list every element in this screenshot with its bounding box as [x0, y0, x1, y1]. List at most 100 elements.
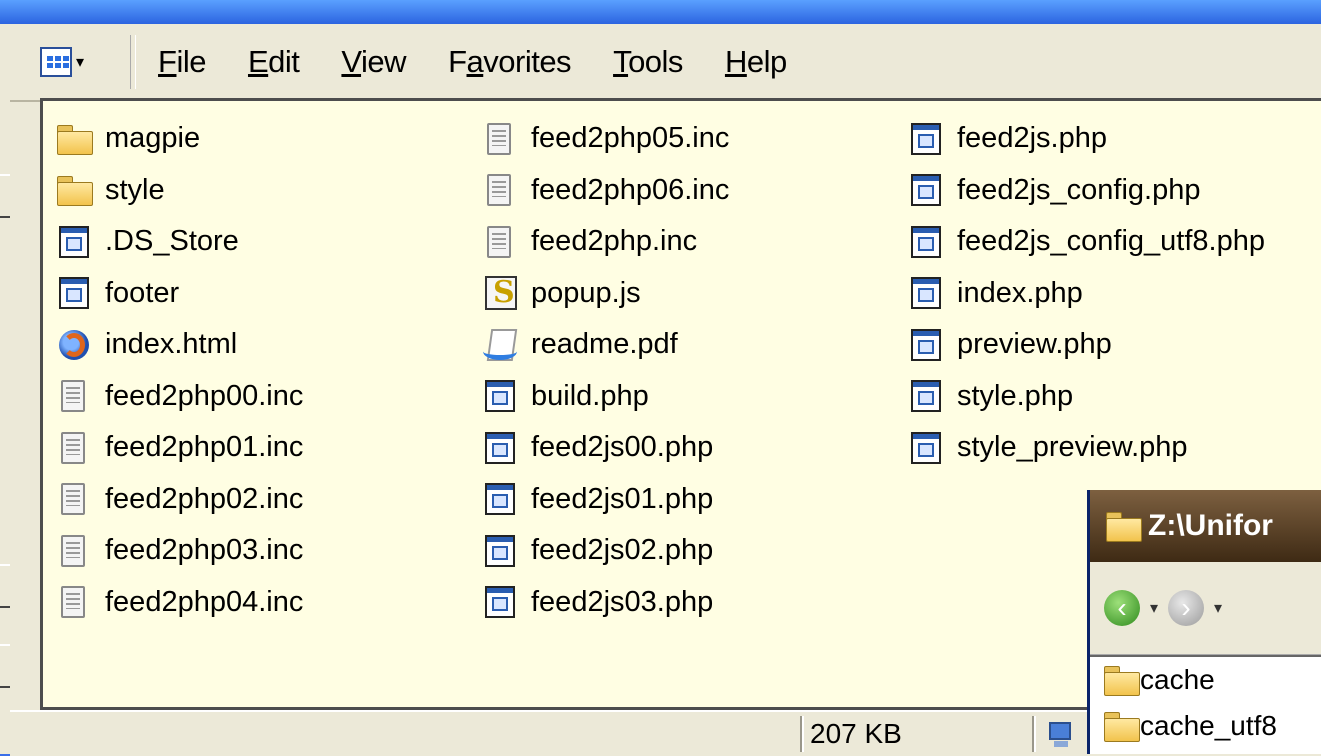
views-icon [40, 47, 72, 77]
file-name: feed2php05.inc [531, 122, 730, 155]
file-item[interactable]: index.html [55, 319, 303, 371]
file-name: feed2php03.inc [105, 534, 304, 567]
file-name: style_preview.php [957, 431, 1188, 464]
application-file-icon [481, 584, 521, 620]
text-document-icon [481, 224, 521, 260]
file-item[interactable]: feed2js02.php [481, 525, 729, 577]
menu-item[interactable]: File [158, 44, 206, 80]
file-name: feed2php01.inc [105, 431, 304, 464]
my-computer-icon [1046, 720, 1076, 750]
back-arrow-icon[interactable]: ‹ [1104, 590, 1140, 626]
file-item[interactable]: style_preview.php [907, 422, 1265, 474]
application-file-icon [481, 378, 521, 414]
toolbar-grip[interactable] [130, 35, 137, 89]
file-item[interactable]: Spopup.js [481, 268, 729, 320]
status-size: 207 KB [810, 718, 902, 749]
chevron-down-icon[interactable]: ▾ [1214, 598, 1222, 618]
file-item[interactable]: feed2js03.php [481, 577, 729, 629]
file-item[interactable]: feed2php00.inc [55, 371, 303, 423]
forward-arrow-icon[interactable]: › [1168, 590, 1205, 626]
file-item[interactable]: feed2js_config.php [907, 165, 1265, 217]
application-file-icon [907, 378, 947, 414]
application-file-icon [907, 224, 947, 260]
file-name: popup.js [531, 276, 641, 309]
text-document-icon [55, 430, 95, 466]
file-item[interactable]: style.php [907, 371, 1265, 423]
application-file-icon [481, 430, 521, 466]
window-title-bar[interactable] [0, 0, 1321, 24]
application-file-icon [481, 481, 521, 517]
chevron-down-icon[interactable]: ▾ [1150, 598, 1158, 618]
text-document-icon [55, 378, 95, 414]
folder-icon [55, 121, 95, 157]
application-file-icon [907, 430, 947, 466]
text-document-icon [55, 584, 95, 620]
file-item[interactable]: feed2js.php [907, 113, 1265, 165]
file-name: feed2js_config_utf8.php [957, 225, 1265, 258]
file-item[interactable]: feed2php06.inc [481, 165, 729, 217]
file-item[interactable]: index.php [907, 268, 1265, 320]
menu-item[interactable]: Edit [248, 44, 300, 80]
file-name: feed2php02.inc [105, 482, 304, 515]
file-item[interactable]: feed2php04.inc [55, 577, 303, 629]
file-column-3: feed2js.php feed2js_config.php feed2js_con… [907, 113, 1265, 474]
menu-item[interactable]: Favorites [448, 44, 571, 80]
folder-icon [1102, 662, 1140, 698]
folder-icon [1104, 508, 1142, 544]
text-document-icon [55, 481, 95, 517]
file-name: feed2js03.php [531, 585, 714, 618]
file-name: cache_utf8 [1140, 710, 1277, 741]
application-file-icon [481, 533, 521, 569]
file-item[interactable]: magpie [55, 113, 303, 165]
file-item[interactable]: build.php [481, 371, 729, 423]
second-explorer-window[interactable]: Z:\Unifor ‹ ▾ › ▾ cache cache_utf8 [1087, 490, 1321, 754]
menu-item[interactable]: View [341, 44, 406, 80]
file-item[interactable]: style [55, 165, 303, 217]
file-item[interactable]: feed2js_config_utf8.php [907, 216, 1265, 268]
folder-icon [55, 172, 95, 208]
file-item[interactable]: feed2php.inc [481, 216, 729, 268]
file-item[interactable]: preview.php [907, 319, 1265, 371]
file-name: build.php [531, 379, 649, 412]
file-name: index.html [105, 328, 238, 361]
folder-icon [1102, 708, 1140, 744]
menu-bar: ▾ File Edit View Favorites Tools Help [10, 24, 1321, 102]
application-file-icon [55, 224, 95, 260]
file-item[interactable]: feed2php03.inc [55, 525, 303, 577]
file-name: feed2php.inc [531, 225, 698, 258]
file-name: feed2php06.inc [531, 173, 730, 206]
file-name: feed2php00.inc [105, 379, 304, 412]
firefox-html-icon [55, 327, 95, 363]
file-item[interactable]: feed2php02.inc [55, 474, 303, 526]
file-item[interactable]: readme.pdf [481, 319, 729, 371]
file-item[interactable]: feed2php05.inc [481, 113, 729, 165]
javascript-file-icon: S [481, 275, 521, 311]
file-name: feed2js.php [957, 122, 1107, 155]
file-item[interactable]: footer [55, 268, 303, 320]
file-name: cache [1140, 664, 1215, 695]
popup-title-bar[interactable]: Z:\Unifor [1090, 490, 1321, 562]
application-file-icon [55, 275, 95, 311]
text-document-icon [481, 172, 521, 208]
file-item[interactable]: feed2js01.php [481, 474, 729, 526]
status-divider [1032, 716, 1036, 752]
file-item[interactable]: feed2js00.php [481, 422, 729, 474]
file-name: footer [105, 276, 180, 309]
views-button[interactable]: ▾ [40, 42, 84, 82]
file-item[interactable]: feed2php01.inc [55, 422, 303, 474]
chevron-down-icon: ▾ [76, 54, 85, 71]
file-item[interactable]: cache [1102, 657, 1321, 703]
file-name: magpie [105, 122, 201, 155]
status-divider [800, 716, 804, 752]
text-document-icon [55, 533, 95, 569]
file-name: feed2js01.php [531, 482, 714, 515]
menu-item[interactable]: Tools [613, 44, 683, 80]
file-name: preview.php [957, 328, 1112, 361]
file-item[interactable]: cache_utf8 [1102, 703, 1321, 749]
file-column-1: magpie style .DS_Storefooter index.html feed… [55, 113, 303, 628]
file-item[interactable]: .DS_Store [55, 216, 303, 268]
file-name: feed2js02.php [531, 534, 714, 567]
popup-file-list[interactable]: cache cache_utf8 [1090, 655, 1321, 754]
application-file-icon [907, 172, 947, 208]
menu-item[interactable]: Help [725, 44, 787, 80]
